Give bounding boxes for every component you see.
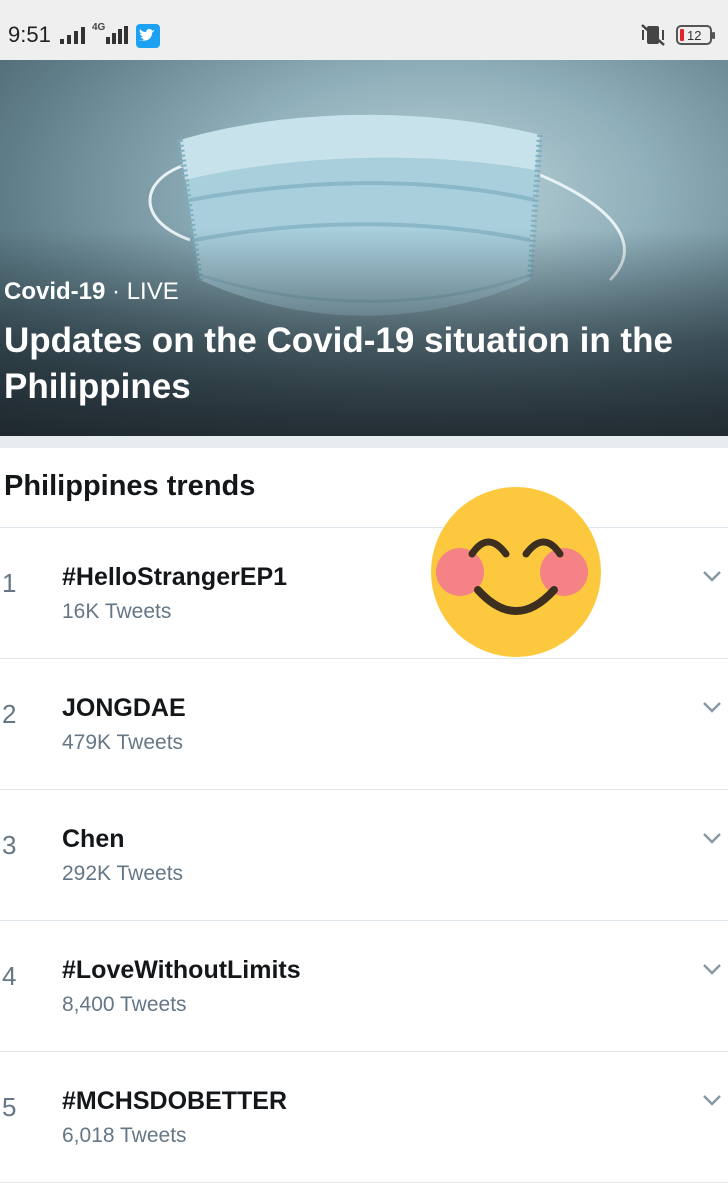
trend-item[interactable]: 1 #HelloStrangerEP1 16K Tweets xyxy=(0,527,728,659)
event-category: Covid-19 xyxy=(4,278,106,305)
meta-separator: · xyxy=(105,278,127,305)
trend-name: Chen xyxy=(62,825,125,853)
battery-percent: 12 xyxy=(687,28,702,43)
trends-header: Philippines trends xyxy=(4,470,256,502)
battery-level xyxy=(680,29,684,41)
network-type-label: 4G xyxy=(92,22,106,33)
status-time: 9:51 xyxy=(8,22,51,47)
vibrate-icon xyxy=(641,24,665,46)
trend-item[interactable]: 2 JONGDAE 479K Tweets xyxy=(0,658,728,790)
trend-tweet-count: 479K Tweets xyxy=(62,731,184,754)
trend-tweet-count: 8,400 Tweets xyxy=(62,993,187,1016)
trend-rank: 3 xyxy=(2,830,17,860)
covid-event-card[interactable]: Covid-19 · LIVE Updates on the Covid-19 … xyxy=(0,60,728,436)
battery-icon: 12 xyxy=(676,25,715,45)
section-divider xyxy=(0,436,728,448)
live-label: LIVE xyxy=(126,278,179,305)
trend-tweet-count: 16K Tweets xyxy=(62,600,172,623)
chevron-down-icon[interactable] xyxy=(702,963,722,975)
trend-name: JONGDAE xyxy=(62,694,186,722)
trend-name: #LoveWithoutLimits xyxy=(62,956,301,984)
trend-item[interactable]: 3 Chen 292K Tweets xyxy=(0,789,728,921)
list-bottom-divider xyxy=(0,1182,728,1183)
trend-item[interactable]: 4 #LoveWithoutLimits 8,400 Tweets xyxy=(0,920,728,1052)
4g-signal-icon xyxy=(106,26,128,44)
chevron-down-icon[interactable] xyxy=(702,701,722,713)
trend-tweet-count: 6,018 Tweets xyxy=(62,1124,187,1147)
trend-rank: 5 xyxy=(2,1092,17,1122)
twitter-icon xyxy=(136,24,160,48)
trend-rank: 2 xyxy=(2,699,17,729)
smiling-face-emoji-icon xyxy=(431,487,601,657)
trend-name: #MCHSDOBETTER xyxy=(62,1087,288,1115)
event-meta: Covid-19 · LIVE xyxy=(4,278,179,306)
chevron-down-icon[interactable] xyxy=(702,832,722,844)
trend-name: #HelloStrangerEP1 xyxy=(62,563,288,591)
trend-rank: 4 xyxy=(2,961,17,991)
status-bar: 9:51 4G 12 xyxy=(0,0,728,60)
battery-nub xyxy=(712,32,715,39)
chevron-down-icon[interactable] xyxy=(702,1094,722,1106)
trend-tweet-count: 292K Tweets xyxy=(62,862,184,885)
trend-item[interactable]: 5 #MCHSDOBETTER 6,018 Tweets xyxy=(0,1051,728,1183)
chevron-down-icon[interactable] xyxy=(702,570,722,582)
event-title: Updates on the Covid-19 situation in the… xyxy=(4,321,673,406)
signal-icon xyxy=(60,27,85,44)
trend-rank: 1 xyxy=(2,568,17,598)
